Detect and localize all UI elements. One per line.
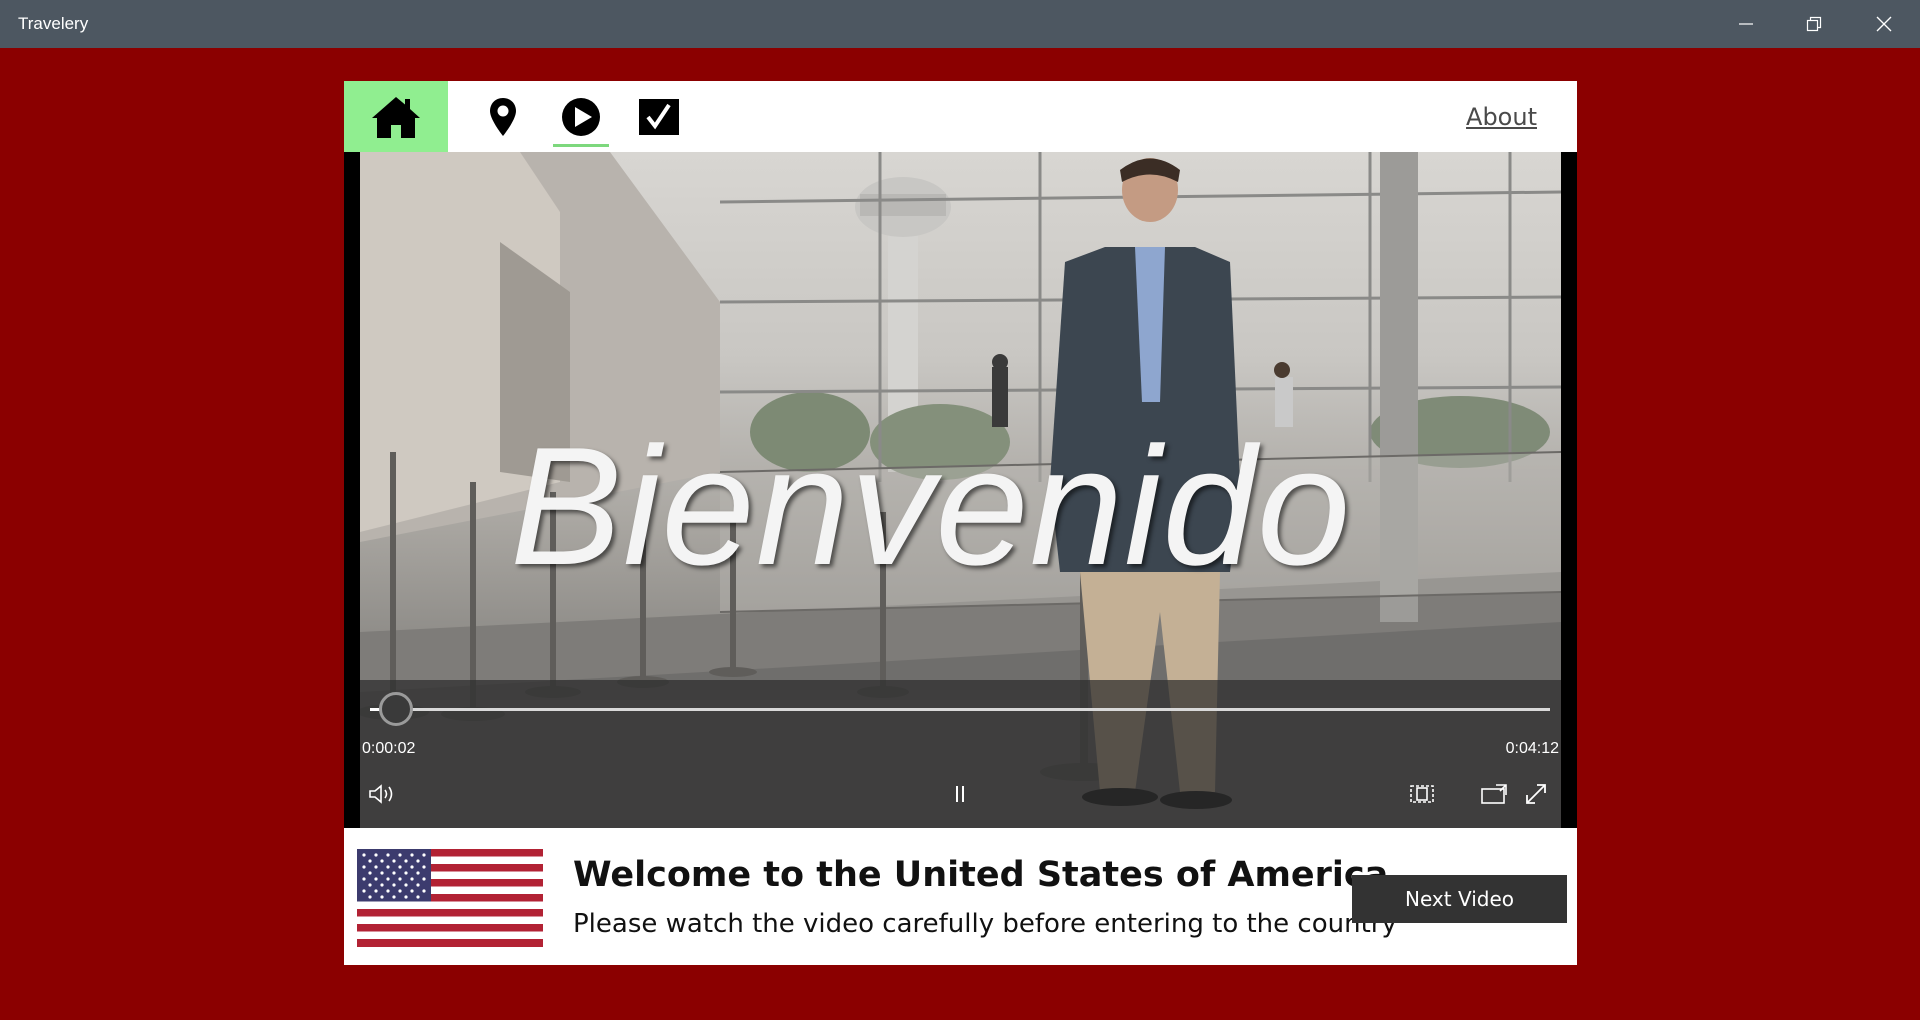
volume-button[interactable] bbox=[362, 774, 402, 814]
app-card: About Bienvenido 0:00:02 0:04:12 Welcome… bbox=[344, 81, 1577, 965]
minimize-button[interactable] bbox=[1712, 0, 1780, 48]
close-button[interactable] bbox=[1850, 0, 1918, 48]
progress-fill bbox=[370, 708, 379, 711]
play-circle-icon bbox=[562, 98, 600, 136]
volume-icon bbox=[369, 784, 393, 804]
restore-icon bbox=[1806, 16, 1822, 32]
cast-button[interactable] bbox=[1474, 774, 1514, 814]
video-overlay-text: Bienvenido bbox=[510, 412, 1352, 600]
fullscreen-icon bbox=[1526, 784, 1546, 804]
close-icon bbox=[1876, 16, 1892, 32]
country-title: Welcome to the United States of America bbox=[573, 855, 1389, 895]
progress-track[interactable] bbox=[370, 692, 1550, 726]
country-subtitle: Please watch the video carefully before … bbox=[573, 909, 1397, 939]
video-player[interactable]: Bienvenido 0:00:02 0:04:12 bbox=[344, 152, 1577, 828]
nav-item-video[interactable] bbox=[553, 93, 609, 141]
about-link[interactable]: About bbox=[1466, 103, 1537, 131]
progress-thumb[interactable] bbox=[379, 692, 413, 726]
map-pin-icon bbox=[490, 98, 516, 136]
cast-icon bbox=[1481, 784, 1507, 804]
video-controls: 0:00:02 0:04:12 bbox=[360, 680, 1561, 828]
current-time: 0:00:02 bbox=[362, 740, 416, 757]
nav-item-checklist[interactable] bbox=[631, 93, 687, 141]
nav-active-indicator bbox=[553, 144, 609, 147]
nav-item-location[interactable] bbox=[475, 93, 531, 141]
pause-button[interactable] bbox=[940, 774, 980, 814]
country-info: Welcome to the United States of America … bbox=[344, 828, 1577, 965]
checkbox-icon bbox=[639, 99, 679, 135]
home-icon bbox=[372, 96, 420, 138]
aspect-ratio-button[interactable] bbox=[1402, 774, 1442, 814]
next-video-button[interactable]: Next Video bbox=[1352, 875, 1567, 923]
minimize-icon bbox=[1739, 23, 1753, 25]
title-bar: Travelery bbox=[0, 0, 1920, 48]
total-time: 0:04:12 bbox=[1505, 740, 1559, 757]
nav-item-home[interactable] bbox=[344, 81, 448, 152]
restore-button[interactable] bbox=[1780, 0, 1848, 48]
window-title: Travelery bbox=[18, 14, 89, 33]
us-flag-icon bbox=[357, 849, 543, 947]
aspect-ratio-icon bbox=[1410, 785, 1434, 803]
fullscreen-button[interactable] bbox=[1516, 774, 1556, 814]
navigation-bar: About bbox=[344, 81, 1577, 152]
pause-icon bbox=[956, 786, 964, 802]
